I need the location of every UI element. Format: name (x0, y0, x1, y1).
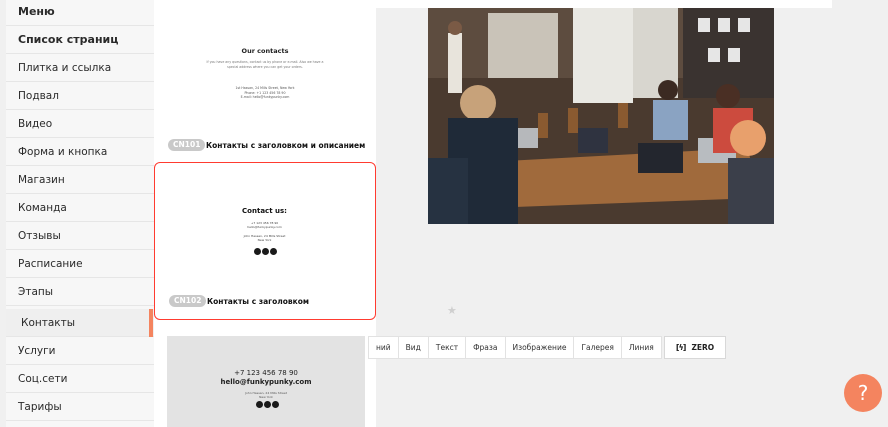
toolbar-item-phrase[interactable]: Фраза (466, 337, 506, 358)
cn102-code-badge: CN102 (169, 295, 207, 307)
cn102-preview-lines: +7 123 456 78 90 hello@funkypunky.com Jo… (243, 221, 286, 242)
cn103-email: hello@funkypunky.com (220, 378, 312, 386)
meeting-photo (428, 8, 774, 224)
sidebar-item-footer[interactable]: Подвал (6, 82, 154, 110)
star-icon[interactable]: ★ (447, 304, 457, 317)
facebook-icon (254, 248, 261, 255)
preview-strip (376, 0, 832, 8)
sidebar-item-services[interactable]: Услуги (6, 337, 154, 365)
sidebar: Меню Список страниц Плитка и ссылка Подв… (6, 0, 154, 427)
sidebar-item-stages[interactable]: Этапы (6, 278, 154, 306)
cn103-social-icons (256, 401, 280, 408)
cn101-preview-contact: 1st Hassan, 24 Mills Street, New York Ph… (235, 86, 295, 99)
toolbar-item-image[interactable]: Изображение (506, 337, 575, 358)
instagram-icon (270, 248, 277, 255)
zero-block-button[interactable]: [ϟ] ZERO (664, 336, 726, 359)
sidebar-active-indicator (149, 309, 153, 337)
zero-block-icon: [ϟ] (675, 343, 687, 352)
sidebar-item-reviews[interactable]: Отзывы (6, 222, 154, 250)
sidebar-item-schedule[interactable]: Расписание (6, 250, 154, 278)
template-card-cn101[interactable]: Our contacts If you have any questions, … (154, 0, 376, 158)
toolbar-item-line[interactable]: Линия (622, 337, 661, 358)
toolbar-item-partial[interactable]: ний (369, 337, 399, 358)
cn101-preview-title: Our contacts (241, 47, 289, 55)
zero-block-label: ZERO (691, 343, 715, 352)
block-type-toolbar: ний Вид Текст Фраза Изображение Галерея … (368, 336, 662, 359)
sidebar-item-menu[interactable]: Меню (6, 0, 154, 26)
sidebar-item-social[interactable]: Соц.сети (6, 365, 154, 393)
cn101-label: Контакты с заголовком и описанием (206, 141, 366, 150)
sidebar-item-page-list[interactable]: Список страниц (6, 26, 154, 54)
sidebar-item-contacts[interactable]: Контакты (6, 309, 154, 337)
toolbar-item-view[interactable]: Вид (399, 337, 429, 358)
cn101-code-badge: CN101 (168, 139, 206, 151)
sidebar-item-tile-link[interactable]: Плитка и ссылка (6, 54, 154, 82)
cn103-address: John Hassan, 24 Mills Street New York (245, 391, 287, 400)
facebook-icon (256, 401, 263, 408)
template-card-cn103[interactable]: +7 123 456 78 90 hello@funkypunky.com Jo… (167, 336, 365, 427)
sidebar-item-video[interactable]: Видео (6, 110, 154, 138)
twitter-icon (264, 401, 271, 408)
toolbar-item-text[interactable]: Текст (429, 337, 467, 358)
template-list: Our contacts If you have any questions, … (154, 0, 376, 427)
instagram-icon (272, 401, 279, 408)
twitter-icon (262, 248, 269, 255)
toolbar-item-gallery[interactable]: Галерея (574, 337, 622, 358)
help-button[interactable]: ? (844, 374, 882, 412)
template-card-cn102[interactable]: Contact us: +7 123 456 78 90 hello@funky… (154, 162, 376, 320)
cn102-social-icons (254, 248, 278, 255)
cn101-preview-description: If you have any questions, contact us by… (206, 60, 324, 69)
sidebar-item-form-button[interactable]: Форма и кнопка (6, 138, 154, 166)
sidebar-item-pricing[interactable]: Тарифы (6, 393, 154, 421)
cn102-preview-title: Contact us: (242, 207, 287, 215)
sidebar-item-shop[interactable]: Магазин (6, 166, 154, 194)
cn102-label: Контакты с заголовком (207, 297, 310, 306)
sidebar-item-team[interactable]: Команда (6, 194, 154, 222)
cn103-phone: +7 123 456 78 90 (234, 369, 298, 377)
